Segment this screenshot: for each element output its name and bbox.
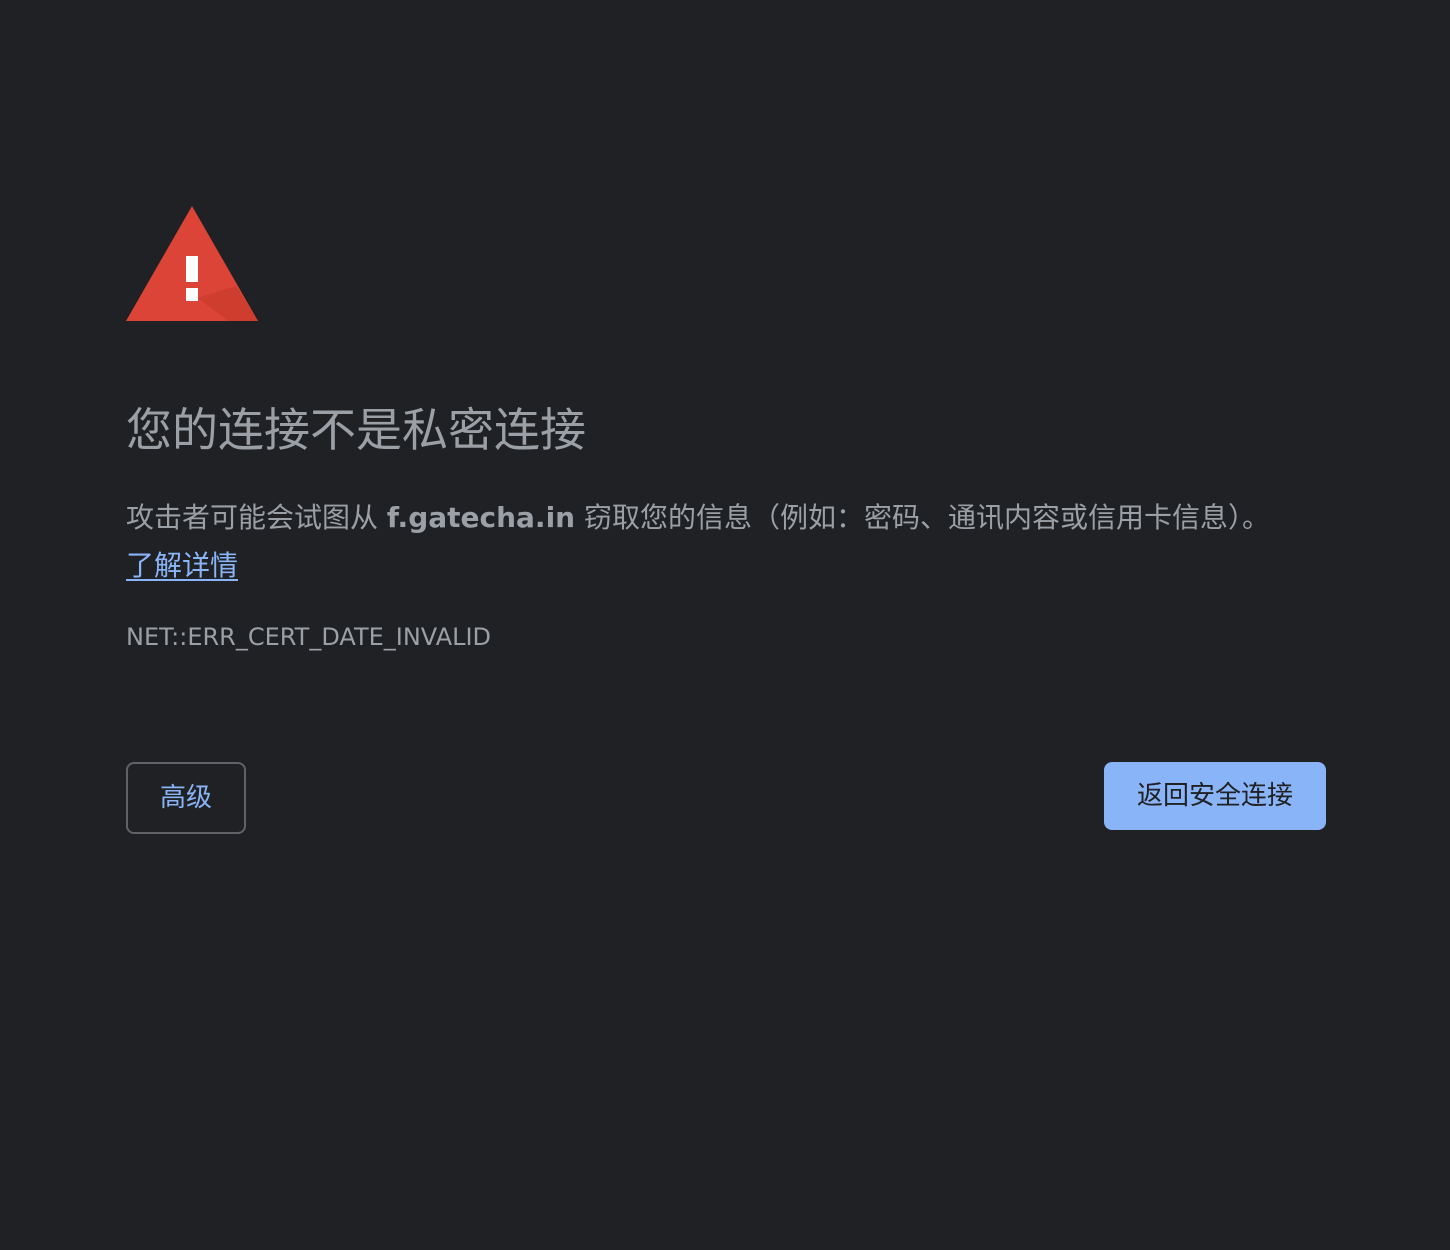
error-code: NET::ERR_CERT_DATE_INVALID <box>126 623 492 651</box>
page-title: 您的连接不是私密连接 <box>126 403 586 457</box>
error-description: 攻击者可能会试图从 f.gatecha.in 窃取您的信息（例如：密码、通讯内容… <box>126 494 1276 590</box>
description-text-after: 窃取您的信息（例如：密码、通讯内容或信用卡信息）。 <box>575 501 1271 534</box>
learn-more-link[interactable]: 了解详情 <box>126 549 238 582</box>
domain-name: f.gatecha.in <box>386 501 576 534</box>
advanced-button[interactable]: 高级 <box>126 762 246 834</box>
warning-triangle-icon <box>126 206 258 321</box>
description-text-before: 攻击者可能会试图从 <box>126 501 387 534</box>
interstitial-page: 您的连接不是私密连接 攻击者可能会试图从 f.gatecha.in 窃取您的信息… <box>0 0 1450 1250</box>
back-to-safety-button[interactable]: 返回安全连接 <box>1104 762 1326 830</box>
